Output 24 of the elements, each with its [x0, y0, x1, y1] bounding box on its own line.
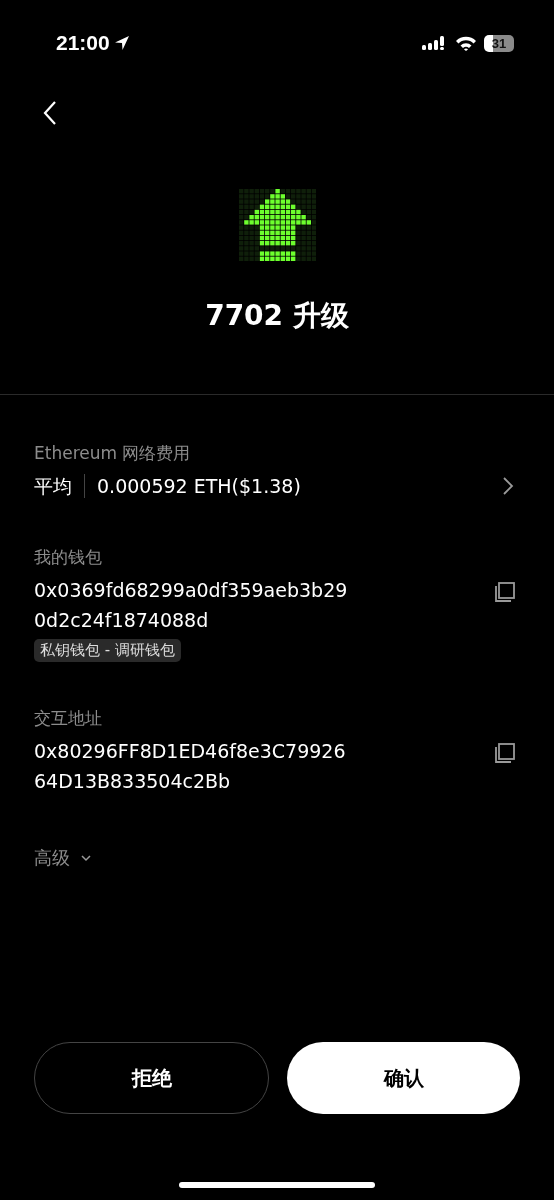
- status-time: 21:00: [56, 31, 110, 55]
- location-arrow-icon: [113, 35, 130, 51]
- fee-speed: 平均: [34, 474, 72, 499]
- arrow-up-icon: [238, 188, 316, 262]
- fee-amount: 0.000592 ETH($1.38): [97, 474, 301, 499]
- page-title: 7702 升级: [205, 298, 349, 334]
- fee-label: Ethereum 网络费用: [34, 442, 192, 465]
- confirm-button[interactable]: 确认: [287, 1042, 520, 1114]
- advanced-toggle[interactable]: 高级: [34, 846, 92, 870]
- contract-label: 交互地址: [34, 707, 103, 730]
- wallet-address: 0d2c24f1874088d: [34, 608, 210, 633]
- copy-icon[interactable]: [494, 581, 516, 603]
- wallet-address: 0x0369fd68299a0df359aeb3b29: [34, 578, 348, 603]
- contract-address: 64D13B833504c2Bb: [34, 769, 232, 794]
- back-button[interactable]: [42, 100, 58, 126]
- chevron-right-icon: [502, 476, 514, 496]
- reject-button[interactable]: 拒绝: [34, 1042, 269, 1114]
- wallet-tag: 私钥钱包 - 调研钱包: [34, 639, 181, 662]
- contract-address: 0x80296FF8D1ED46f8e3C79926: [34, 739, 346, 764]
- copy-icon[interactable]: [494, 742, 516, 764]
- chevron-down-icon: [80, 853, 92, 863]
- wifi-icon: [455, 35, 477, 51]
- fee-selector[interactable]: 平均 0.000592 ETH($1.38): [34, 471, 520, 501]
- wallet-label: 我的钱包: [34, 546, 103, 569]
